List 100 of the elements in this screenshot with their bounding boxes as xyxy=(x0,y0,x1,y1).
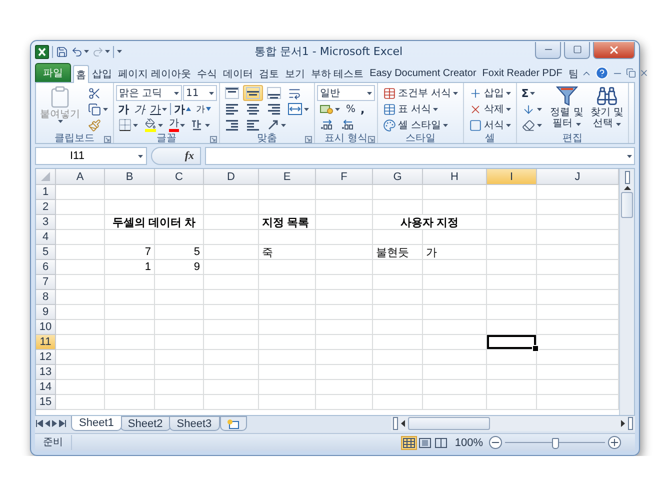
row-header[interactable]: 10 xyxy=(36,320,56,335)
grid-cell[interactable] xyxy=(105,335,155,350)
grid-cell[interactable] xyxy=(155,200,204,215)
row-header[interactable]: 9 xyxy=(36,305,56,320)
redo-button[interactable] xyxy=(92,46,110,58)
row-header[interactable]: 5 xyxy=(36,245,56,260)
ribbon-tab[interactable]: 팀 xyxy=(565,64,582,82)
grid-cell[interactable] xyxy=(259,380,316,395)
grid-cell[interactable] xyxy=(56,185,105,200)
undo-button[interactable] xyxy=(71,46,89,58)
grid-cell[interactable] xyxy=(423,395,487,410)
cell-styles-button[interactable]: 셀 스타일 xyxy=(380,117,462,133)
column-header[interactable]: B xyxy=(105,169,155,185)
borders-button[interactable] xyxy=(116,117,141,133)
grid-cell[interactable] xyxy=(155,350,204,365)
grid-cell[interactable] xyxy=(487,305,537,320)
comma-style-button[interactable]: , xyxy=(358,101,367,117)
grid-cell[interactable] xyxy=(155,185,204,200)
format-as-table-button[interactable]: 표 서식 xyxy=(380,101,462,117)
view-button[interactable] xyxy=(400,436,417,450)
grid-cell[interactable] xyxy=(259,365,316,380)
grid-cell[interactable] xyxy=(56,380,105,395)
grid-cell[interactable] xyxy=(487,200,537,215)
dialog-launcher-icon[interactable] xyxy=(104,136,111,143)
select-all-corner[interactable] xyxy=(36,169,56,185)
grid-cell[interactable] xyxy=(316,275,373,290)
grid-cell[interactable] xyxy=(316,185,373,200)
grid-cell[interactable] xyxy=(204,260,259,275)
row-header[interactable]: 3 xyxy=(36,215,56,230)
slider-thumb[interactable] xyxy=(552,438,559,448)
font-name-select[interactable]: 맑은 고딕 xyxy=(116,85,182,101)
font-color-button[interactable]: 가 xyxy=(167,117,187,133)
grid-cell[interactable] xyxy=(259,350,316,365)
grid-cell[interactable] xyxy=(259,335,316,350)
grid-cell[interactable] xyxy=(487,350,537,365)
grid-cell[interactable] xyxy=(204,395,259,410)
grid-cell[interactable] xyxy=(423,230,487,245)
bold-button[interactable]: 가 xyxy=(116,101,131,117)
ribbon-tab[interactable]: Foxit Reader PDF xyxy=(479,64,566,82)
grid-cell[interactable] xyxy=(56,395,105,410)
grid-cell[interactable] xyxy=(105,350,155,365)
grid-cell[interactable] xyxy=(487,245,537,260)
grid-cell[interactable] xyxy=(316,380,373,395)
column-header[interactable]: I xyxy=(487,169,537,185)
maximize-button[interactable] xyxy=(564,42,590,58)
row-header[interactable]: 2 xyxy=(36,200,56,215)
help-icon[interactable] xyxy=(595,66,610,80)
grid-cell[interactable] xyxy=(487,395,537,410)
grid-cell[interactable] xyxy=(487,290,537,305)
scroll-left-icon[interactable] xyxy=(401,420,405,427)
percent-style-button[interactable]: % xyxy=(344,101,358,117)
grid-cell[interactable] xyxy=(316,350,373,365)
grid-cell[interactable] xyxy=(204,215,259,230)
grid-cell[interactable] xyxy=(316,245,373,260)
save-button[interactable] xyxy=(56,46,68,58)
grid-cell[interactable] xyxy=(487,320,537,335)
grid-cell[interactable] xyxy=(423,320,487,335)
insert-sheet-button[interactable] xyxy=(220,416,247,431)
grid-cell[interactable] xyxy=(56,215,105,230)
sheet-tab[interactable]: Sheet3 xyxy=(168,416,220,431)
grid-cell[interactable] xyxy=(373,365,423,380)
merge-center-button[interactable] xyxy=(285,101,312,117)
grid-cell[interactable] xyxy=(259,320,316,335)
grid-cell[interactable] xyxy=(155,395,204,410)
ribbon-tab[interactable]: 부하 테스트 xyxy=(308,64,367,82)
zoom-level[interactable]: 100% xyxy=(454,436,483,448)
grid-cell[interactable] xyxy=(316,395,373,410)
grid-cell[interactable] xyxy=(373,260,423,275)
grid-cell[interactable] xyxy=(56,290,105,305)
grid-cell[interactable] xyxy=(373,395,423,410)
format-cells-button[interactable]: 서식 xyxy=(466,117,514,133)
grid-cell[interactable] xyxy=(259,275,316,290)
column-header[interactable]: G xyxy=(373,169,423,185)
grid-cell[interactable] xyxy=(316,290,373,305)
grid-cell[interactable] xyxy=(56,320,105,335)
grid-cell[interactable] xyxy=(204,305,259,320)
row-header[interactable]: 12 xyxy=(36,350,56,365)
grid-cell[interactable] xyxy=(105,230,155,245)
ribbon-tab[interactable]: Easy Document Creator xyxy=(366,64,480,82)
ribbon-tab[interactable]: 검토 xyxy=(256,64,282,82)
ribbon-tab[interactable]: 보기 xyxy=(282,64,308,82)
grid-cell[interactable] xyxy=(56,245,105,260)
grid-cell[interactable] xyxy=(204,245,259,260)
row-header[interactable]: 1 xyxy=(36,185,56,200)
customize-toolbar-button[interactable] xyxy=(117,50,122,53)
autosum-button[interactable]: Σ xyxy=(519,85,546,101)
grid-cell[interactable] xyxy=(373,305,423,320)
conditional-format-button[interactable]: 조건부 서식 xyxy=(380,85,462,101)
grid-cell[interactable] xyxy=(423,365,487,380)
sheet-tab[interactable]: Sheet2 xyxy=(120,416,171,431)
row-header[interactable]: 14 xyxy=(36,380,56,395)
grid-cell[interactable] xyxy=(423,275,487,290)
minimize-button[interactable] xyxy=(535,42,561,58)
split-handle[interactable] xyxy=(628,417,633,430)
view-button[interactable] xyxy=(416,436,433,450)
grid-cell[interactable] xyxy=(316,320,373,335)
grid-cell[interactable] xyxy=(487,230,537,245)
grid-cell[interactable] xyxy=(259,200,316,215)
grid-cell[interactable] xyxy=(204,350,259,365)
grid-cell[interactable] xyxy=(105,290,155,305)
